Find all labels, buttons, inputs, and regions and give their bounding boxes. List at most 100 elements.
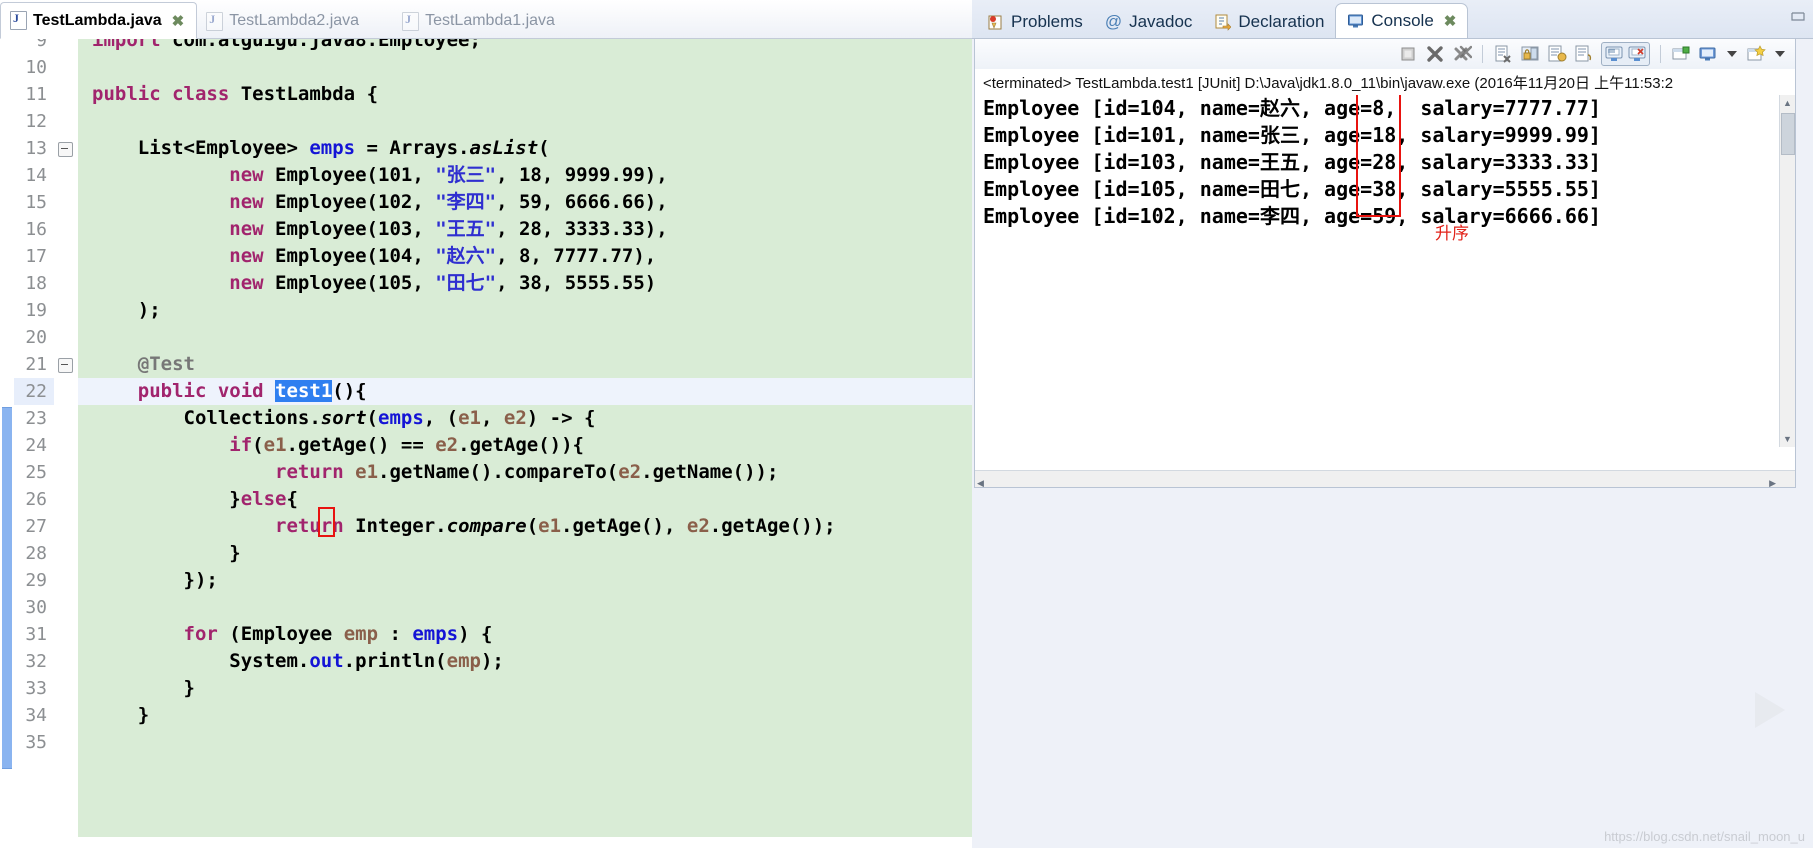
new-console-icon[interactable] bbox=[1746, 44, 1766, 64]
tab-problems[interactable]: Problems bbox=[976, 6, 1094, 38]
terminate-icon[interactable] bbox=[1398, 44, 1418, 64]
fold-slot bbox=[54, 378, 78, 405]
editor-tab-testlambda1[interactable]: TestLambda1.java bbox=[393, 4, 567, 38]
code-line[interactable]: } bbox=[78, 675, 972, 702]
tab-javadoc[interactable]: @ Javadoc bbox=[1094, 6, 1204, 38]
line-number: 27 bbox=[25, 516, 47, 537]
code-line[interactable]: return e1.getName().compareTo(e2.getName… bbox=[78, 459, 972, 486]
chevron-down-icon[interactable] bbox=[1727, 51, 1737, 57]
console-toggle-group bbox=[1601, 42, 1650, 66]
tab-console[interactable]: Console ✖ bbox=[1335, 3, 1469, 39]
scroll-lock-icon[interactable] bbox=[1547, 44, 1567, 64]
fold-slot bbox=[54, 648, 78, 675]
close-icon[interactable]: ✖ bbox=[172, 12, 185, 30]
code-line[interactable]: ); bbox=[78, 297, 972, 324]
line-number: 33 bbox=[25, 678, 47, 699]
code-line[interactable]: new Employee(103, "王五", 28, 3333.33), bbox=[78, 216, 972, 243]
code-line[interactable] bbox=[78, 324, 972, 351]
clear-console-icon[interactable] bbox=[1493, 44, 1513, 64]
code-line[interactable] bbox=[78, 108, 972, 135]
lock-scroll-icon[interactable] bbox=[1520, 44, 1540, 64]
editor-tab-testlambda2[interactable]: TestLambda2.java bbox=[197, 4, 371, 38]
code-line[interactable]: } bbox=[78, 702, 972, 729]
code-line[interactable]: if(e1.getAge() == e2.getAge()){ bbox=[78, 432, 972, 459]
code-line[interactable]: System.out.println(emp); bbox=[78, 648, 972, 675]
fold-toggle[interactable] bbox=[54, 351, 78, 378]
scrollbar-thumb[interactable] bbox=[1781, 113, 1795, 155]
code-line[interactable]: for (Employee emp : emps) { bbox=[78, 621, 972, 648]
code-line[interactable] bbox=[78, 729, 972, 756]
code-line[interactable]: new Employee(105, "田七", 38, 5555.55) bbox=[78, 270, 972, 297]
code-line[interactable]: public void test1(){ bbox=[78, 378, 972, 405]
code-line[interactable]: }else{ bbox=[78, 486, 972, 513]
fold-slot bbox=[54, 54, 78, 81]
code-line[interactable]: new Employee(102, "李四", 59, 6666.66), bbox=[78, 189, 972, 216]
scroll-down-arrow-icon[interactable]: ▼ bbox=[1780, 431, 1795, 447]
display-selected-console-icon[interactable] bbox=[1627, 44, 1647, 64]
line-number: 22 bbox=[14, 378, 54, 405]
editor-tab-testlambda[interactable]: TestLambda.java ✖ bbox=[0, 2, 198, 39]
collapse-icon[interactable] bbox=[58, 358, 73, 373]
terminated-status-line: <terminated> TestLambda.test1 [JUnit] D:… bbox=[983, 75, 1674, 92]
line-number: 24 bbox=[25, 435, 47, 456]
fold-slot bbox=[54, 189, 78, 216]
show-console-on-output-icon[interactable] bbox=[1574, 44, 1594, 64]
console-horizontal-scrollbar[interactable]: ◀ ▶ bbox=[975, 470, 1795, 488]
toolbar-separator bbox=[1482, 45, 1483, 63]
scroll-right-arrow-icon[interactable]: ▶ bbox=[1769, 473, 1776, 491]
new-console-view-icon[interactable] bbox=[1671, 44, 1691, 64]
line-number: 18 bbox=[25, 273, 47, 294]
code-line[interactable]: } bbox=[78, 540, 972, 567]
open-console-icon[interactable] bbox=[1698, 44, 1718, 64]
play-overlay-icon[interactable] bbox=[1755, 692, 1785, 728]
ascending-order-annotation: 升序 bbox=[1435, 224, 1469, 243]
collapse-icon[interactable] bbox=[58, 142, 73, 157]
folding-ruler[interactable] bbox=[54, 39, 79, 837]
chevron-down-icon[interactable] bbox=[1775, 51, 1785, 57]
remove-launch-icon[interactable] bbox=[1425, 44, 1445, 64]
code-line[interactable] bbox=[78, 594, 972, 621]
editor-tab-label: TestLambda2.java bbox=[229, 12, 360, 29]
line-number: 26 bbox=[25, 489, 47, 510]
line-number: 20 bbox=[25, 327, 47, 348]
remove-all-terminated-icon[interactable] bbox=[1452, 44, 1473, 64]
tab-declaration[interactable]: Declaration bbox=[1203, 6, 1335, 38]
java-file-icon bbox=[10, 11, 27, 30]
editor-annotation-ruler[interactable] bbox=[0, 39, 14, 849]
code-line[interactable]: public class TestLambda { bbox=[78, 81, 972, 108]
console-tab-bar: Problems @ Javadoc Declaration Console ✖ bbox=[972, 0, 1813, 39]
console-view: Problems @ Javadoc Declaration Console ✖… bbox=[972, 0, 1813, 848]
console-output[interactable]: Employee [id=104, name=赵六, age=8, salary… bbox=[975, 95, 1795, 447]
console-panel: <terminated> TestLambda.test1 [JUnit] D:… bbox=[974, 38, 1796, 488]
scroll-left-arrow-icon[interactable]: ◀ bbox=[977, 473, 984, 491]
pin-console-icon[interactable] bbox=[1604, 44, 1624, 64]
line-number: 11 bbox=[25, 84, 47, 105]
maximize-view-icon[interactable] bbox=[1791, 10, 1807, 24]
fold-slot bbox=[54, 243, 78, 270]
fold-slot bbox=[54, 459, 78, 486]
code-text-area[interactable]: import com.atguigu.java8.Employee; public… bbox=[78, 39, 972, 837]
fold-slot bbox=[54, 162, 78, 189]
line-number: 25 bbox=[25, 462, 47, 483]
code-line[interactable]: import com.atguigu.java8.Employee; bbox=[78, 39, 972, 54]
fold-toggle[interactable] bbox=[54, 135, 78, 162]
editor-area: TestLambda.java ✖ TestLambda2.java TestL… bbox=[0, 0, 972, 849]
code-line[interactable]: new Employee(101, "张三", 18, 9999.99), bbox=[78, 162, 972, 189]
close-icon[interactable]: ✖ bbox=[1444, 12, 1457, 30]
code-line[interactable]: @Test bbox=[78, 351, 972, 378]
console-vertical-scrollbar[interactable]: ▲ ▼ bbox=[1779, 95, 1795, 447]
line-number: 10 bbox=[25, 57, 47, 78]
code-line[interactable] bbox=[78, 54, 972, 81]
fold-slot bbox=[54, 540, 78, 567]
editor-tab-label: TestLambda1.java bbox=[425, 12, 555, 29]
fold-slot bbox=[54, 621, 78, 648]
scroll-up-arrow-icon[interactable]: ▲ bbox=[1780, 95, 1795, 111]
code-line[interactable]: }); bbox=[78, 567, 972, 594]
code-line[interactable]: new Employee(104, "赵六", 8, 7777.77), bbox=[78, 243, 972, 270]
line-number: 32 bbox=[25, 651, 47, 672]
code-line[interactable]: Collections.sort(emps, (e1, e2) -> { bbox=[78, 405, 972, 432]
code-line[interactable]: return Integer.compare(e1.getAge(), e2.g… bbox=[78, 513, 972, 540]
code-line[interactable]: List<Employee> emps = Arrays.asList( bbox=[78, 135, 972, 162]
editor-body[interactable]: 9 10 11 12 13 14 15 16 17 18 19 20 21 22 23 24 25 26 27 28 2… bbox=[0, 39, 972, 849]
line-number: 12 bbox=[25, 111, 47, 132]
